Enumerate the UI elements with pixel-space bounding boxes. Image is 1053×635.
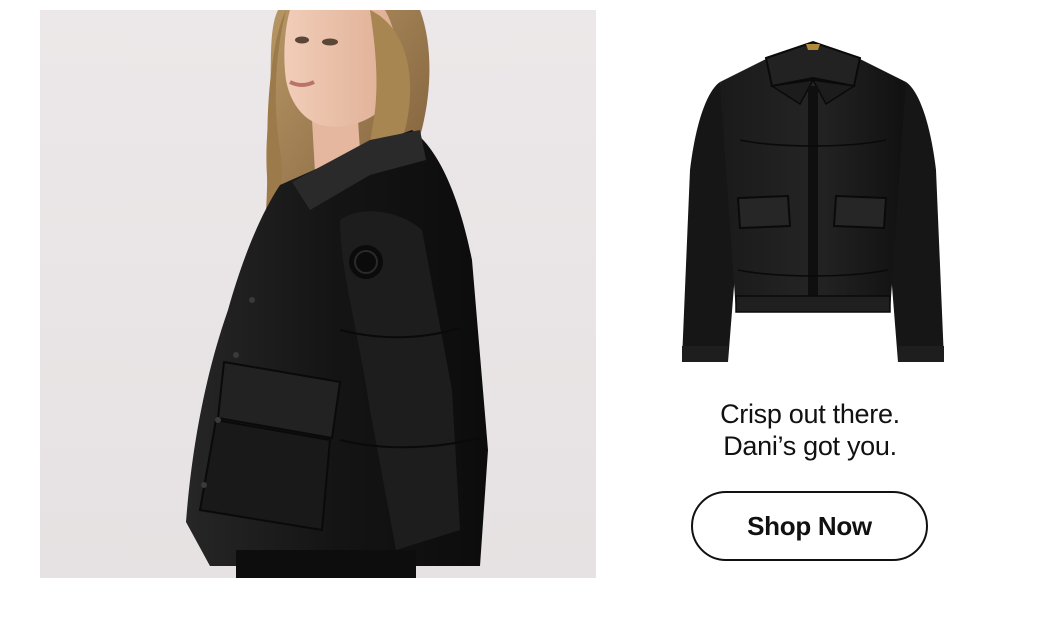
product-jacket-image[interactable] [668,30,958,380]
tagline-line-1: Crisp out there. [720,399,900,429]
shop-now-button[interactable]: Shop Now [691,491,928,561]
promo-tagline: Crisp out there. Dani’s got you. [620,398,1000,462]
tagline-line-2: Dani’s got you. [723,431,897,461]
product-jacket-illustration [682,40,944,362]
hero-model-image[interactable] [40,10,596,578]
hero-model-illustration [40,10,596,578]
